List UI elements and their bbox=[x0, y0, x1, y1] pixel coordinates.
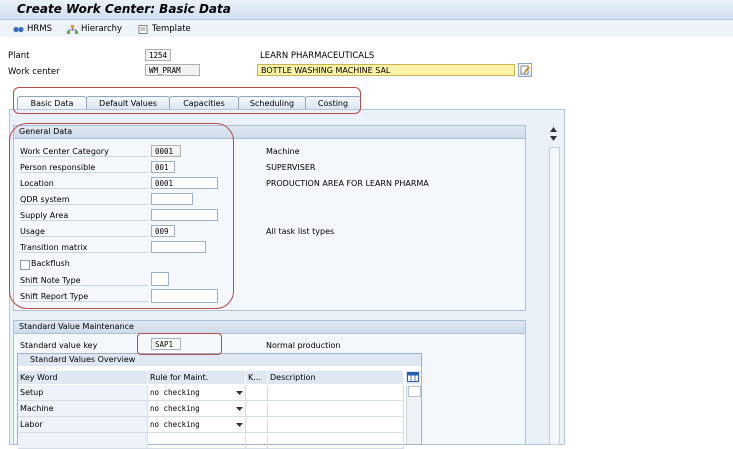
work-center-category-desc: Machine bbox=[266, 147, 300, 156]
chevron-down-icon[interactable] bbox=[236, 407, 243, 412]
hierarchy-label: Hierarchy bbox=[81, 24, 123, 34]
column-key-word[interactable]: Key Word bbox=[18, 371, 148, 384]
table-cell-empty bbox=[148, 433, 246, 449]
rule-select[interactable]: no checking bbox=[148, 385, 246, 401]
hrms-label: HRMS bbox=[27, 24, 53, 34]
table-cell-description bbox=[268, 417, 404, 433]
application-toolbar: HRMS Hierarchy Template bbox=[0, 20, 733, 37]
table-row-keyword: Labor bbox=[18, 417, 148, 433]
plant-field[interactable]: 1254 bbox=[145, 49, 171, 61]
column-rule-for-maint[interactable]: Rule for Maint. bbox=[148, 371, 246, 384]
template-label: Template bbox=[152, 24, 191, 34]
table-row-keyword: Machine bbox=[18, 401, 148, 417]
long-text-button[interactable] bbox=[518, 63, 532, 77]
standard-value-title: Standard Value Maintenance bbox=[14, 321, 525, 334]
table-settings-button[interactable] bbox=[406, 371, 420, 384]
plant-description: LEARN PHARMACEUTICALS bbox=[260, 51, 375, 61]
table-scrollbar[interactable] bbox=[406, 385, 421, 444]
edit-text-icon bbox=[520, 65, 530, 75]
workcenter-label: Work center bbox=[8, 67, 60, 77]
table-row-keyword: Setup bbox=[18, 385, 148, 401]
page-title: Create Work Center: Basic Data bbox=[17, 2, 231, 16]
template-icon bbox=[138, 24, 148, 34]
column-description[interactable]: Description bbox=[268, 371, 404, 384]
column-k[interactable]: K... bbox=[246, 371, 268, 384]
table-cell-description bbox=[268, 401, 404, 417]
panel-scrollbar[interactable] bbox=[547, 123, 561, 445]
scroll-down-icon[interactable] bbox=[550, 136, 557, 141]
standard-value-key-desc: Normal production bbox=[266, 341, 341, 350]
chevron-down-icon[interactable] bbox=[236, 391, 243, 396]
standard-key-highlight-annotation bbox=[137, 333, 222, 355]
table-settings-icon bbox=[407, 372, 419, 382]
table-cell-k bbox=[246, 401, 268, 417]
standard-values-table: Standard Values Overview Key Word Rule f… bbox=[17, 353, 422, 449]
person-responsible-desc: SUPERVISER bbox=[266, 163, 316, 172]
title-bar: Create Work Center: Basic Data bbox=[0, 0, 733, 20]
rule-select[interactable]: no checking bbox=[148, 401, 246, 417]
plant-label: Plant bbox=[8, 51, 30, 61]
scroll-thumb[interactable] bbox=[549, 147, 560, 445]
standard-value-key-label: Standard value key bbox=[20, 341, 98, 350]
chevron-down-icon[interactable] bbox=[236, 423, 243, 428]
table-cell-k bbox=[246, 385, 268, 401]
tabs-highlight-annotation bbox=[13, 87, 361, 114]
usage-desc: All task list types bbox=[266, 227, 335, 236]
table-cell-empty bbox=[268, 433, 404, 449]
table-row-empty bbox=[18, 433, 148, 449]
rule-select[interactable]: no checking bbox=[148, 417, 246, 433]
table-cell-description bbox=[268, 385, 404, 401]
hrms-button[interactable]: HRMS bbox=[13, 23, 52, 35]
table-cell-k bbox=[246, 417, 268, 433]
standard-values-overview-title: Standard Values Overview bbox=[18, 354, 421, 366]
table-cell-empty bbox=[246, 433, 268, 449]
hierarchy-button[interactable]: Hierarchy bbox=[67, 23, 122, 35]
hrms-icon bbox=[13, 26, 24, 32]
location-desc: PRODUCTION AREA FOR LEARN PHARMA bbox=[266, 179, 429, 188]
workcenter-description-field[interactable]: BOTTLE WASHING MACHINE SAL bbox=[257, 64, 515, 76]
hierarchy-icon bbox=[67, 24, 78, 34]
scroll-up-icon[interactable] bbox=[550, 127, 557, 132]
general-data-highlight-annotation bbox=[9, 123, 234, 309]
workcenter-field[interactable]: WM_PRAM bbox=[145, 64, 200, 76]
template-button[interactable]: Template bbox=[138, 23, 191, 35]
